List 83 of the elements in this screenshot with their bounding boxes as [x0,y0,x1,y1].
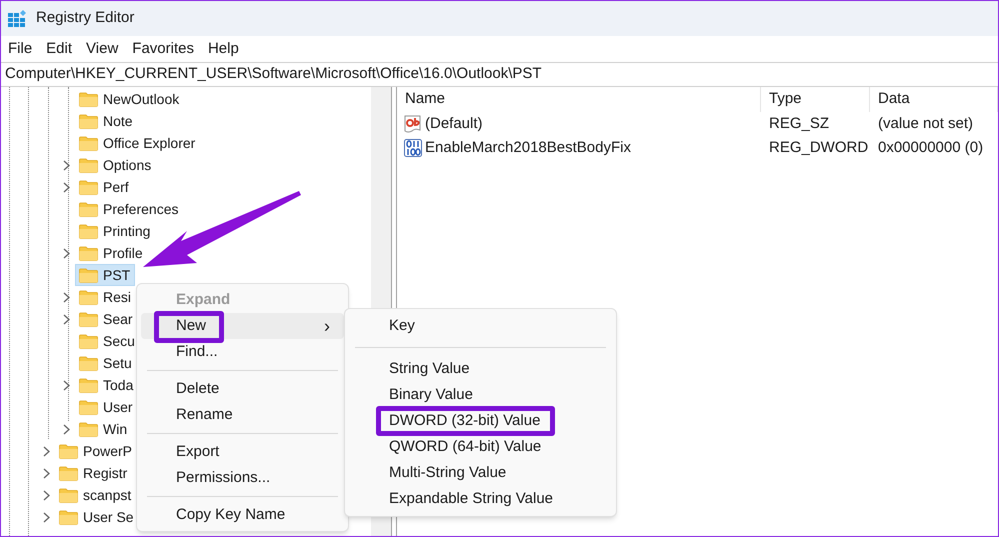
folder-icon [59,510,78,524]
registry-app-icon [7,8,27,28]
menu-item[interactable]: String Value [389,358,470,380]
menu-item[interactable]: Copy Key Name [141,502,344,528]
column-header[interactable]: Name [397,87,761,112]
tree-item[interactable]: NewOutlook [75,88,184,110]
chevron-icon[interactable] [63,424,70,434]
chevron-icon[interactable] [43,490,50,500]
window-title: Registry Editor [36,8,134,28]
menu-item[interactable]: Multi-String Value [389,462,506,484]
tree-item[interactable]: Note [75,110,138,132]
tree-item[interactable]: User [75,396,138,418]
folder-icon [79,290,98,304]
tree-item[interactable]: Options [75,154,156,176]
value-name: EnableMarch2018BestBodyFix [425,138,631,158]
folder-icon [79,400,98,414]
submenu-arrow: › [324,317,330,335]
chevron-icon[interactable] [63,182,70,192]
chevron-icon[interactable] [43,512,50,522]
chevron-icon[interactable] [63,160,70,170]
folder-icon [79,92,98,106]
string-value-icon [403,114,423,134]
folder-icon [79,312,98,326]
folder-icon [59,488,78,502]
tree-item[interactable]: Sear [75,308,138,330]
tree-item[interactable]: Office Explorer [75,132,200,154]
tree-item[interactable]: Resi [75,286,136,308]
menu-item[interactable]: Expandable String Value [389,488,554,510]
tree-item[interactable]: Perf [75,176,134,198]
tree-item[interactable]: User Se [55,506,139,528]
value-name: (Default) [425,114,483,134]
menu-bar-item[interactable]: Help [202,38,245,60]
value-type: REG_SZ [768,114,830,134]
tree-item[interactable]: Registr [55,462,132,484]
column-header[interactable]: Type [761,87,870,112]
tree-item[interactable]: Toda [75,374,138,396]
chevron-icon[interactable] [43,468,50,478]
folder-icon [79,224,98,238]
menu-bar-item[interactable]: Favorites [126,38,200,60]
chevron-icon[interactable] [63,380,70,390]
menu-item[interactable]: QWORD (64-bit) Value [389,436,542,458]
folder-icon [79,202,98,216]
folder-icon [79,114,98,128]
value-data: (value not set) [877,114,974,134]
address-bar[interactable]: Computer\HKEY_CURRENT_USER\Software\Microsoft\Office\16.0\Outlook\PST [1,62,998,87]
tree-item[interactable]: Secu [75,330,140,352]
tree-item[interactable]: Preferences [75,198,184,220]
menu-item[interactable]: Find... [141,339,344,365]
tree-item[interactable]: Setu [75,352,137,374]
folder-icon [79,246,98,260]
chevron-icon[interactable] [63,314,70,324]
tree-item[interactable]: PST [75,264,136,286]
folder-icon [79,268,98,282]
folder-icon [79,334,98,348]
menu-bar-item[interactable]: File [2,38,38,60]
tree-item[interactable]: scanpst [55,484,136,506]
menu-item[interactable]: Rename [141,402,344,428]
menu-bar-item[interactable]: View [80,38,124,60]
folder-icon [59,466,78,480]
folder-icon [79,136,98,150]
column-header[interactable]: Data [870,87,998,112]
tree-item[interactable]: Win [75,418,132,440]
folder-icon [79,356,98,370]
folder-icon [79,422,98,436]
menu-bar-item[interactable]: Edit [40,38,78,60]
menu-item[interactable]: Permissions... [141,465,344,491]
value-data: 0x00000000 (0) [877,138,984,158]
menu-item[interactable]: Delete [141,376,344,402]
menu-item[interactable]: Binary Value [389,384,473,406]
chevron-icon[interactable] [63,292,70,302]
binary-value-icon [403,138,423,158]
value-type: REG_DWORD [768,138,870,158]
menu-item[interactable]: Key [389,314,415,338]
folder-icon [59,444,78,458]
tree-item[interactable]: Printing [75,220,156,242]
tree-item[interactable]: Profile [75,242,148,264]
chevron-icon[interactable] [43,446,50,456]
tree-item[interactable]: PowerP [55,440,138,462]
folder-icon [79,378,98,392]
folder-icon [79,180,98,194]
chevron-icon[interactable] [63,248,70,258]
menu-item[interactable]: Export [141,439,344,465]
folder-icon [79,158,98,172]
